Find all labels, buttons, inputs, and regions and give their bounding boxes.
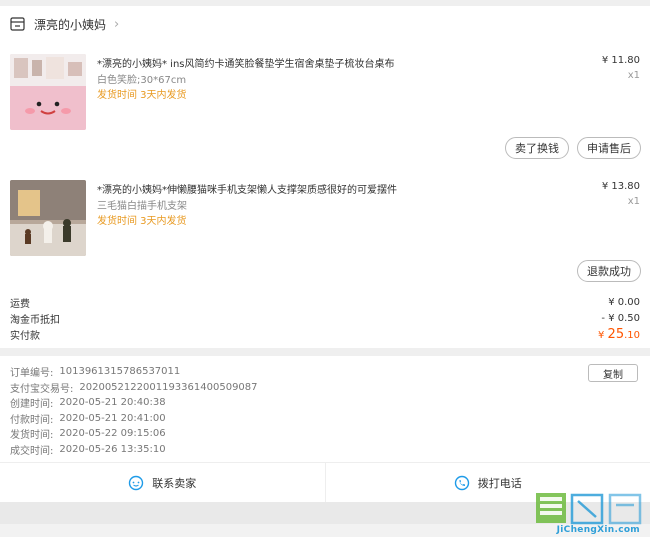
shop-header[interactable]: 漂亮的小姨妈 › (0, 6, 650, 42)
coin-deduction-label: 淘金币抵扣 (10, 314, 60, 326)
order-info-section: 复制 订单编号: 1013961315786537011 支付宝交易号: 20200… (0, 356, 650, 462)
shipping-fee-row: 运费 ¥ 0.00 (0, 294, 650, 310)
paid-amount-value: ¥ 25.10 (598, 327, 640, 342)
created-time-label: 创建时间: (10, 399, 54, 411)
coin-deduction-row: 淘金币抵扣 - ¥ 0.50 (0, 310, 650, 326)
call-phone-button[interactable]: 拨打电话 (324, 463, 650, 502)
contact-seller-button[interactable]: 联系卖家 (0, 463, 325, 502)
shipped-time-value: 2020-05-22 09:15:06 (59, 428, 166, 440)
chat-icon (129, 475, 144, 490)
item-price: ¥ 11.80 (601, 55, 640, 66)
paid-amount-integer: 25 (607, 326, 625, 342)
item-shipping-time: 发货时间 3天内发货 (97, 216, 187, 227)
paid-amount-row: 实付款 ¥ 25.10 (0, 326, 650, 342)
completed-time-line: 成交时间: 2020-05-26 13:35:10 (0, 442, 650, 458)
section-separator (0, 348, 650, 356)
contact-seller-label: 联系卖家 (152, 476, 197, 490)
completed-time-label: 成交时间: (10, 445, 54, 457)
item-sku: 白色笑脸;30*67cm (97, 75, 187, 86)
paid-currency: ¥ (597, 329, 605, 341)
shop-icon (10, 17, 25, 31)
paid-time-line: 付款时间: 2020-05-21 20:41:00 (0, 411, 650, 427)
created-time-value: 2020-05-21 20:40:38 (59, 397, 166, 409)
coin-deduction-value: - ¥ 0.50 (601, 312, 640, 324)
shipped-time-label: 发货时间: (10, 430, 54, 442)
resell-button[interactable]: 卖了换钱 (505, 137, 569, 159)
shipping-fee-label: 运费 (10, 298, 30, 310)
watermark-url: JiChengXin.com (556, 525, 640, 535)
item-quantity: x1 (627, 70, 640, 81)
item-quantity: x1 (627, 196, 640, 207)
order-item-2[interactable]: *漂亮的小姨妈*伸懒腰猫咪手机支架懒人支撑架质感很好的可爱摆件 三毛猫白描手机支… (0, 168, 650, 294)
item-title[interactable]: *漂亮的小姨妈* ins风简约卡通笑脸餐垫学生宿舍桌垫子梳妆台桌布 (97, 55, 395, 70)
call-phone-label: 拨打电话 (477, 476, 522, 490)
paid-amount-decimal: .10 (624, 329, 640, 341)
item-shipping-time: 发货时间 3天内发货 (97, 90, 187, 101)
paid-time-label: 付款时间: (10, 414, 54, 426)
shop-name: 漂亮的小姨妈 (34, 17, 107, 32)
item-title[interactable]: *漂亮的小姨妈*伸懒腰猫咪手机支架懒人支撑架质感很好的可爱摆件 (97, 181, 397, 196)
product-image-phone-stand[interactable] (10, 180, 86, 256)
bottom-bar (0, 502, 650, 524)
completed-time-value: 2020-05-26 13:35:10 (59, 443, 166, 455)
product-image-placemat[interactable] (10, 54, 86, 130)
order-item-1[interactable]: *漂亮的小姨妈* ins风简约卡通笑脸餐垫学生宿舍桌垫子梳妆台桌布 白色笑脸;3… (0, 42, 650, 168)
shipping-fee-value: ¥ 0.00 (608, 296, 640, 308)
order-number-label: 订单编号: (10, 368, 54, 380)
alipay-number-value: 2020052122001193361400509087 (79, 381, 258, 393)
shipped-time-line: 发货时间: 2020-05-22 09:15:06 (0, 426, 650, 442)
phone-icon (454, 475, 469, 490)
order-summary: 运费 ¥ 0.00 淘金币抵扣 - ¥ 0.50 实付款 ¥ 25.10 (0, 294, 650, 348)
refund-success-button[interactable]: 退款成功 (577, 260, 641, 282)
after-sale-button[interactable]: 申请售后 (577, 137, 641, 159)
alipay-number-line: 支付宝交易号: 2020052122001193361400509087 (0, 380, 650, 396)
order-number-line: 订单编号: 1013961315786537011 (0, 364, 650, 380)
alipay-number-label: 支付宝交易号: (10, 383, 74, 395)
order-number-value: 1013961315786537011 (59, 366, 181, 378)
action-bar: 联系卖家 拨打电话 (0, 462, 650, 502)
chevron-right-icon: › (114, 16, 120, 32)
item-sku: 三毛猫白描手机支架 (97, 201, 187, 212)
order-card: 漂亮的小姨妈 › *漂亮的小姨妈* ins风简约卡通笑脸餐垫学生宿舍桌垫子梳妆台… (0, 6, 650, 348)
item-price: ¥ 13.80 (601, 181, 640, 192)
copy-button[interactable]: 复制 (588, 364, 638, 382)
paid-amount-label: 实付款 (10, 330, 40, 342)
created-time-line: 创建时间: 2020-05-21 20:40:38 (0, 395, 650, 411)
paid-time-value: 2020-05-21 20:41:00 (59, 412, 166, 424)
